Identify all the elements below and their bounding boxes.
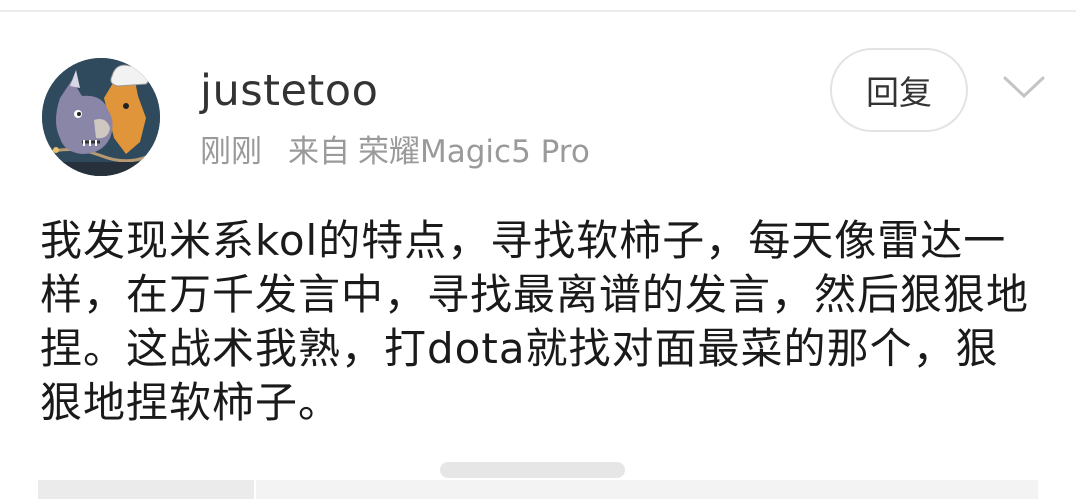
chevron-down-icon[interactable] [1002, 74, 1046, 100]
rhino-chef-avatar-icon [42, 58, 160, 176]
reply-button[interactable]: 回复 [830, 48, 968, 132]
post-detail-page: justetoo 刚刚 来自 荣耀Magic5 Pro 回复 我发现米系kol的特点… [0, 0, 1076, 499]
avatar[interactable] [42, 58, 160, 176]
username[interactable]: justetoo [200, 66, 378, 116]
post-meta: 刚刚 来自 荣耀Magic5 Pro [200, 132, 590, 172]
top-divider [0, 10, 1076, 12]
post-time: 刚刚 [200, 134, 262, 170]
attachment-segment [38, 480, 256, 499]
source-prefix: 来自 [288, 134, 350, 170]
attachment-strip [38, 480, 1038, 499]
post-text: 我发现米系kol的特点，寻找软柿子，每天像雷达一样，在万千发言中，寻找最离谱的发… [40, 216, 1030, 427]
watermark-icon [440, 462, 625, 478]
source-device: 荣耀Magic5 Pro [358, 134, 590, 170]
